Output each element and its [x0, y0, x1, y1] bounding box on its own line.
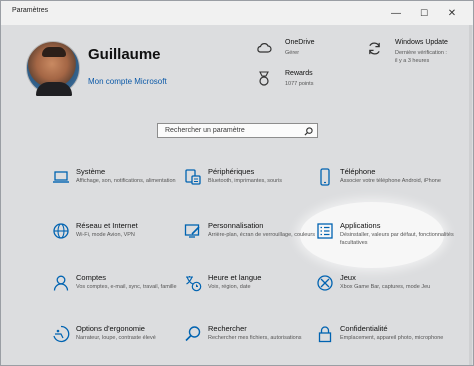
category-heure-langue[interactable]: Heure et langue Voix, région, date	[183, 273, 333, 321]
cloud-icon	[255, 39, 273, 57]
category-rechercher[interactable]: Rechercher Rechercher mes fichiers, auto…	[183, 324, 333, 366]
close-button[interactable]: ✕	[441, 1, 463, 25]
category-jeux[interactable]: Jeux Xbox Game Bar, captures, mode Jeu	[315, 273, 465, 321]
minimize-button[interactable]: —	[385, 1, 407, 25]
category-peripheriques[interactable]: Périphériques Bluetooth, imprimantes, so…	[183, 167, 333, 215]
category-confidentialite[interactable]: Confidentialité Emplacement, appareil ph…	[315, 324, 465, 366]
settings-window: Paramètres — ☐ ✕ Guillaume Mon compte Mi…	[0, 0, 474, 366]
time-language-icon	[183, 273, 203, 293]
apps-list-icon	[315, 221, 335, 241]
keyboard-devices-icon	[183, 167, 203, 187]
header-item-onedrive[interactable]: OneDrive Gérer	[255, 39, 335, 65]
laptop-icon	[51, 167, 71, 187]
sync-icon	[365, 39, 383, 57]
maximize-button[interactable]: ☐	[413, 1, 435, 25]
category-personnalisation[interactable]: Personnalisation Arrière-plan, écran de …	[183, 221, 333, 269]
search-icon[interactable]	[303, 126, 313, 136]
phone-icon	[315, 167, 335, 187]
brush-icon	[183, 221, 203, 241]
globe-icon	[51, 221, 71, 241]
search-input[interactable]: Rechercher un paramètre	[157, 123, 318, 138]
account-header: Guillaume Mon compte Microsoft OneDrive …	[1, 25, 473, 109]
ease-of-access-icon	[51, 324, 71, 344]
search-icon	[183, 324, 203, 344]
window-title: Paramètres	[12, 7, 49, 14]
category-systeme[interactable]: Système Affichage, son, notifications, a…	[51, 167, 201, 215]
microsoft-account-link[interactable]: Mon compte Microsoft	[88, 77, 167, 86]
category-applications[interactable]: Applications Désinstaller, valeurs par d…	[315, 221, 465, 269]
avatar[interactable]	[26, 41, 80, 96]
category-ergonomie[interactable]: Options d'ergonomie Narrateur, loupe, co…	[51, 324, 201, 366]
header-item-rewards[interactable]: Rewards 1077 points	[255, 70, 335, 96]
lock-icon	[315, 324, 335, 344]
person-icon	[51, 273, 71, 293]
title-bar: Paramètres — ☐ ✕	[1, 1, 473, 25]
scrollbar[interactable]	[469, 25, 472, 365]
medal-icon	[255, 70, 273, 88]
category-telephone[interactable]: Téléphone Associer votre téléphone Andro…	[315, 167, 465, 215]
xbox-icon	[315, 273, 335, 293]
category-comptes[interactable]: Comptes Vos comptes, e-mail, sync, trava…	[51, 273, 201, 321]
user-name: Guillaume	[88, 46, 161, 63]
category-reseau[interactable]: Réseau et Internet Wi-Fi, mode Avion, VP…	[51, 221, 201, 269]
header-item-windows-update[interactable]: Windows Update Dernière vérification : i…	[365, 39, 465, 79]
